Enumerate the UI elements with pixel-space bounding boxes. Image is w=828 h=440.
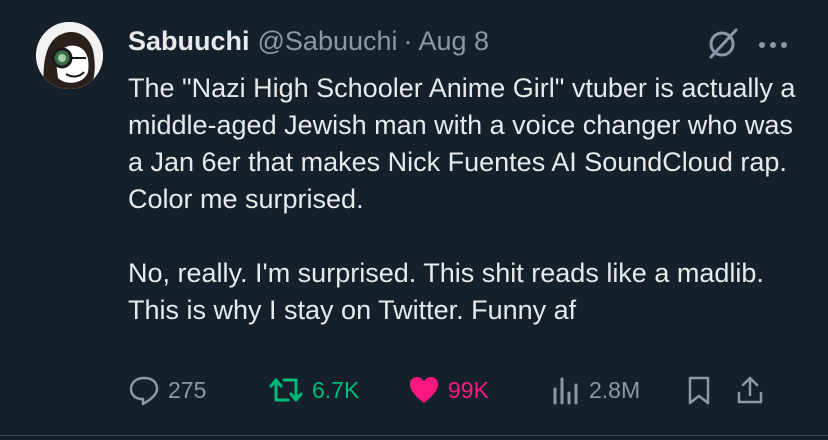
views-button[interactable]: 2.8M — [551, 375, 686, 405]
avatar[interactable] — [36, 22, 103, 89]
like-button[interactable]: 99K — [408, 375, 551, 405]
more-icon[interactable] — [758, 37, 788, 55]
tweet-text-paragraph: No, really. I'm surprised. This shit rea… — [128, 258, 764, 325]
retweet-button[interactable]: 6.7K — [268, 374, 408, 406]
tweet-text-paragraph: The "Nazi High Schooler Anime Girl" vtub… — [128, 73, 796, 214]
display-name[interactable]: Sabuuchi — [128, 26, 250, 57]
tweet-date[interactable]: Aug 8 — [419, 26, 490, 57]
share-button[interactable] — [736, 375, 764, 405]
handle[interactable]: @Sabuuchi — [258, 26, 398, 57]
avatar-image — [36, 22, 103, 89]
views-icon — [553, 377, 578, 405]
retweet-count: 6.7K — [312, 376, 360, 403]
reply-count: 275 — [168, 376, 207, 403]
heart-icon — [410, 377, 438, 403]
share-icon — [737, 376, 763, 404]
grok-icon[interactable] — [706, 26, 740, 65]
separator-dot: · — [403, 25, 413, 56]
bookmark-icon — [688, 376, 710, 405]
divider — [0, 435, 828, 436]
views-count: 2.8M — [589, 376, 641, 403]
like-count: 99K — [448, 376, 489, 403]
tweet-header: Sabuuchi @Sabuuchi · Aug 8 — [128, 24, 489, 58]
reply-button[interactable]: 275 — [128, 374, 268, 406]
tweet-text: The "Nazi High Schooler Anime Girl" vtub… — [128, 70, 808, 329]
top-right-actions — [706, 26, 788, 65]
bookmark-button[interactable] — [686, 375, 712, 405]
action-bar: 275 6.7K 99K 2.8M — [128, 370, 788, 410]
retweet-icon — [269, 378, 303, 402]
reply-icon — [129, 376, 159, 406]
tweet-card[interactable]: Sabuuchi @Sabuuchi · Aug 8 The "Nazi Hig… — [0, 0, 828, 440]
